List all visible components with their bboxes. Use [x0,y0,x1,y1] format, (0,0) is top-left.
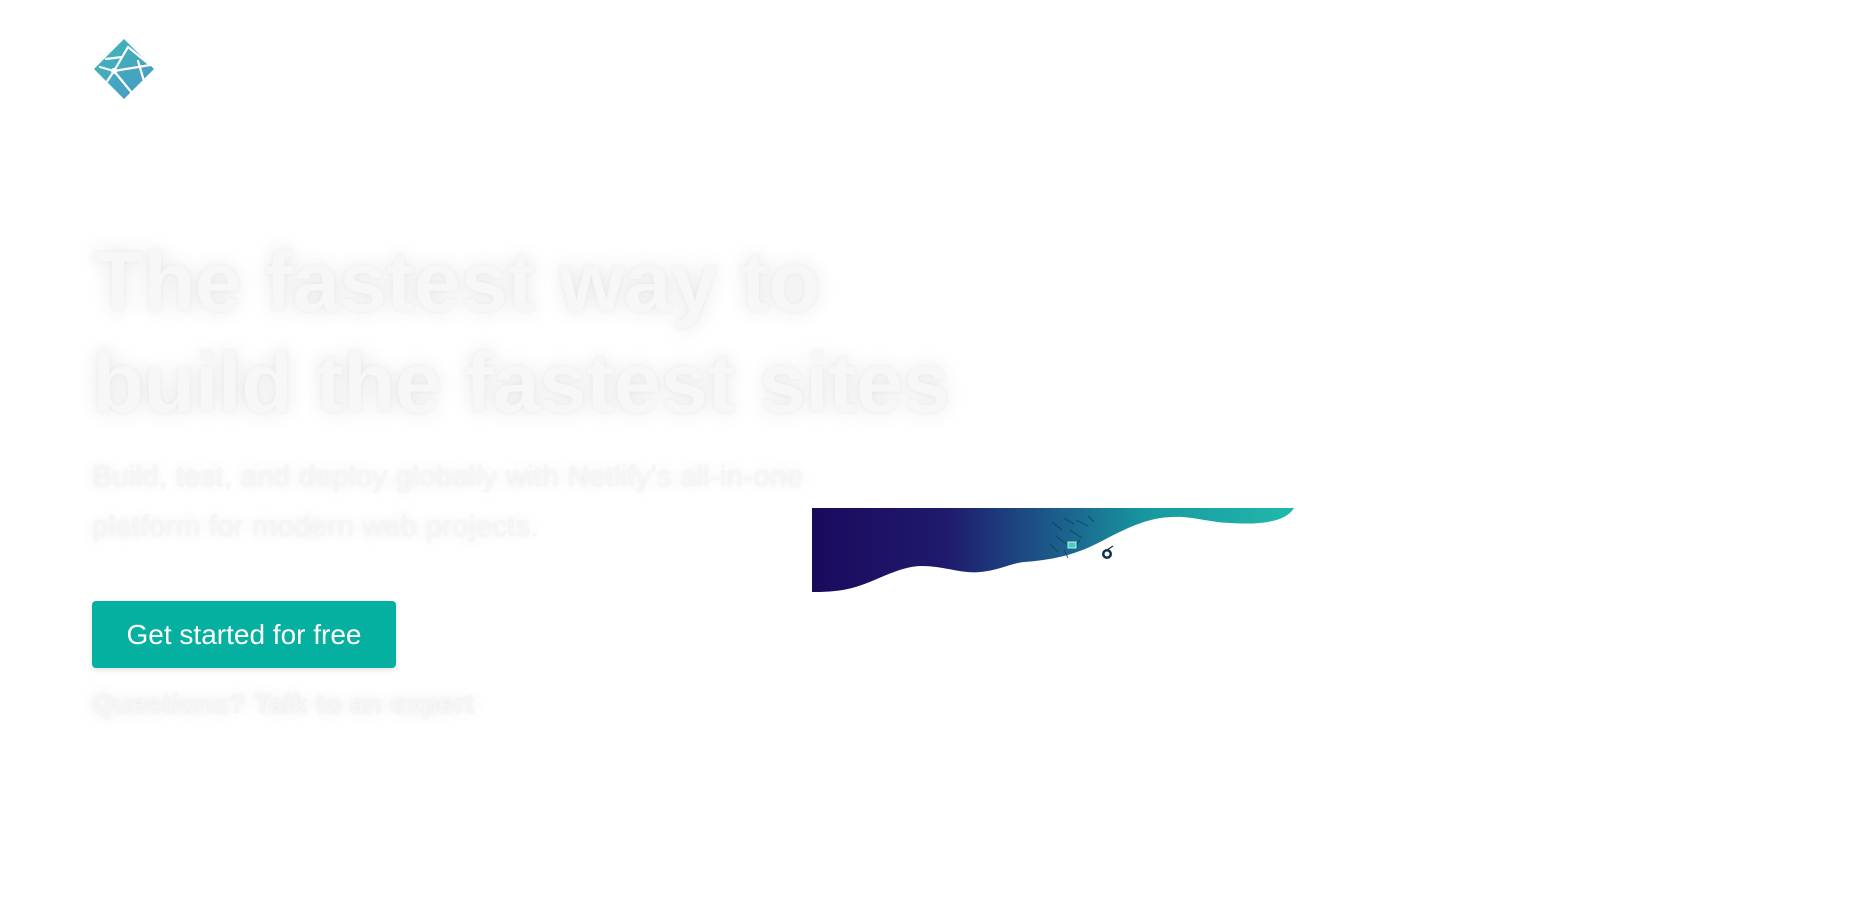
hero-title-line-1: The fastest way to [92,235,820,330]
hero-title-line-2: build the fastest sites [92,336,950,431]
talk-to-expert-link[interactable]: Questions? Talk to an expert [92,688,474,720]
hero-title: The fastest way to build the fastest sit… [92,232,950,434]
get-started-button[interactable]: Get started for free [92,601,396,668]
wave-deploy-illustration [812,508,1294,592]
netlify-logo-icon[interactable] [92,37,156,101]
hero-subtitle: Build, test, and deploy globally with Ne… [92,460,804,543]
landing-page: The fastest way to build the fastest sit… [0,0,1873,902]
